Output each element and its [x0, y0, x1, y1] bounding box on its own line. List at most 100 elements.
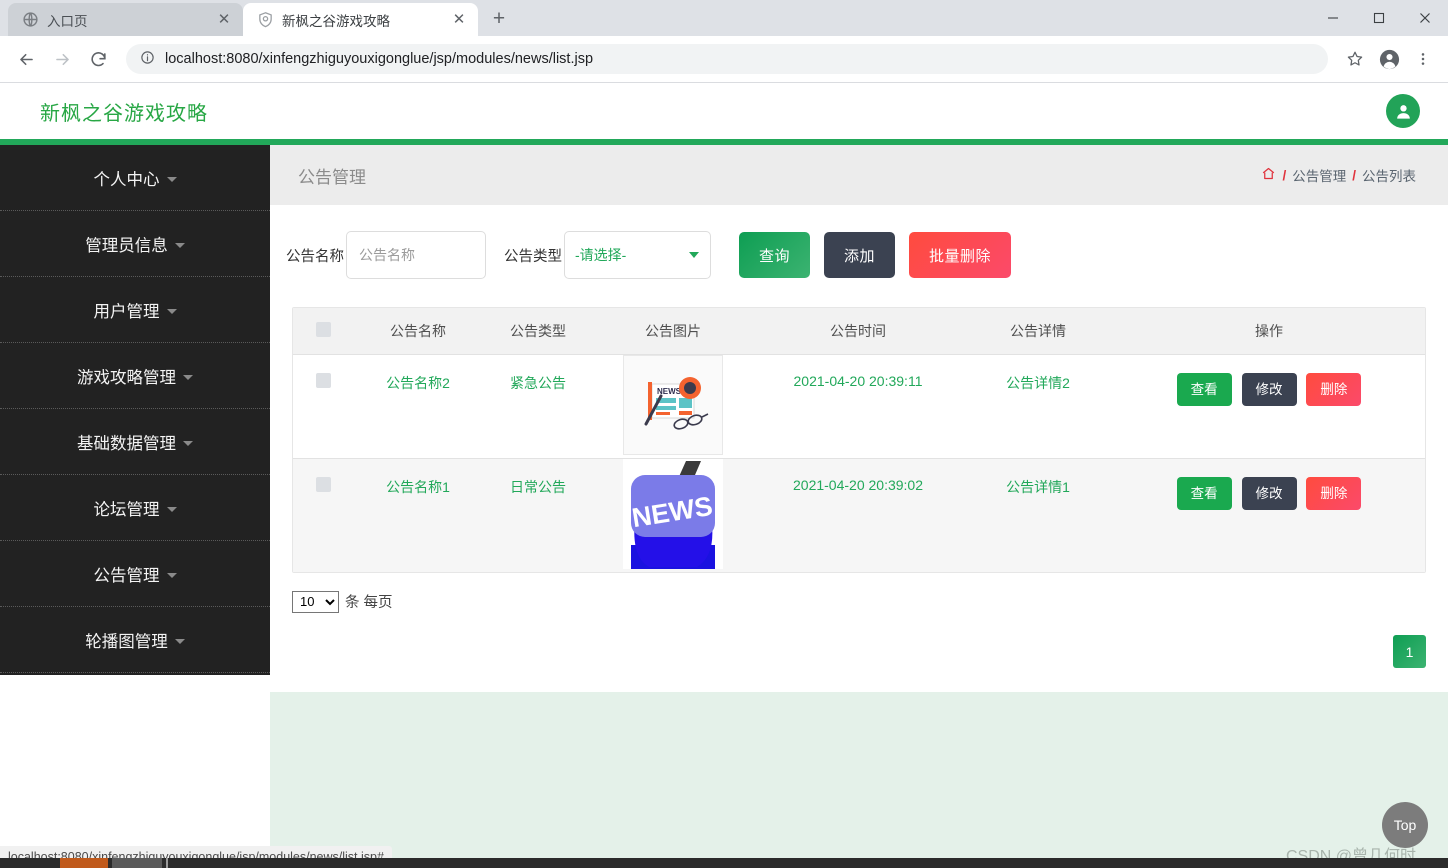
row-detail[interactable]: 公告详情1	[963, 458, 1113, 572]
browser-tab-2-title: 新枫之谷游戏攻略	[282, 13, 390, 29]
row-select-cell	[293, 458, 353, 572]
edit-button[interactable]: 修改	[1241, 476, 1297, 510]
sidebar-nav: 个人中心 管理员信息 用户管理 游戏攻略管理 基础数据管理 论坛管理 公告管理 …	[0, 145, 270, 675]
chevron-down-icon	[183, 441, 193, 446]
news-desk-illustration[interactable]: NEWS	[623, 354, 723, 455]
info-circle-icon[interactable]	[140, 50, 155, 69]
sidebar-item-user-management[interactable]: 用户管理	[0, 277, 270, 343]
sidebar-item-basic-data-management[interactable]: 基础数据管理	[0, 409, 270, 475]
delete-button[interactable]: 删除	[1306, 476, 1362, 510]
table-row: 公告名称2 紧急公告 NEWS 2021-04-20 20:39:11 公告详情…	[293, 354, 1425, 458]
pagination-controls: 10 20 50 100 条 每页	[270, 573, 1448, 613]
per-page-select[interactable]: 10 20 50 100	[292, 590, 339, 613]
row-select-cell	[293, 354, 353, 458]
row-name[interactable]: 公告名称2	[353, 354, 483, 458]
profile-avatar-icon[interactable]	[1374, 44, 1404, 74]
reload-icon[interactable]	[82, 43, 114, 75]
sidebar-item-carousel-management[interactable]: 轮播图管理	[0, 607, 270, 673]
row-detail[interactable]: 公告详情2	[963, 354, 1113, 458]
close-icon[interactable]: ✕	[448, 9, 470, 31]
forward-icon	[46, 43, 78, 75]
address-bar-url: localhost:8080/xinfengzhiguyouxigonglue/…	[165, 51, 594, 67]
chevron-down-icon	[166, 177, 177, 182]
row-image-cell: NEWS	[593, 354, 753, 458]
browser-toolbar: localhost:8080/xinfengzhiguyouxigonglue/…	[0, 36, 1448, 83]
table-row: 公告名称1 日常公告 NEWS 2021-04-20 20:39:02 公告详情…	[293, 458, 1425, 572]
edit-button[interactable]: 修改	[1241, 372, 1297, 406]
star-icon[interactable]	[1340, 44, 1370, 74]
chevron-down-icon	[166, 507, 177, 512]
close-icon[interactable]: ✕	[213, 9, 235, 31]
batch-delete-button[interactable]: 批量删除	[909, 232, 1012, 278]
column-header-type: 公告类型	[510, 322, 566, 339]
delete-button[interactable]: 删除	[1306, 372, 1362, 406]
row-checkbox[interactable]	[315, 372, 331, 388]
address-bar[interactable]: localhost:8080/xinfengzhiguyouxigonglue/…	[126, 44, 1328, 74]
select-all-header	[293, 308, 353, 354]
sidebar-item-label: 轮播图管理	[85, 632, 168, 651]
browser-tab-1-title: 入口页	[47, 13, 88, 29]
breadcrumb-item-parent[interactable]: 公告管理	[1292, 165, 1346, 185]
row-name[interactable]: 公告名称1	[353, 458, 483, 572]
chevron-down-icon	[166, 573, 177, 578]
column-header-actions: 操作	[1255, 322, 1283, 339]
row-time: 2021-04-20 20:39:11	[793, 372, 923, 389]
row-type: 紧急公告	[510, 374, 566, 391]
sidebar-item-personal-center[interactable]: 个人中心	[0, 145, 270, 211]
view-button[interactable]: 查看	[1176, 476, 1232, 510]
announcement-table: 公告名称 公告类型 公告图片 公告时间 公告详情 操作 公告名称2 紧急公告 N…	[293, 308, 1425, 572]
back-icon[interactable]	[10, 43, 42, 75]
browser-tab-2[interactable]: 新枫之谷游戏攻略 ✕	[243, 3, 478, 36]
breadcrumb-separator: /	[1282, 167, 1287, 183]
close-window-icon[interactable]	[1402, 0, 1448, 36]
new-tab-button[interactable]: +	[484, 4, 514, 34]
minimize-icon[interactable]	[1310, 0, 1356, 36]
globe-icon	[22, 11, 39, 28]
content-footer: Top CSDN @曾几何时…	[270, 692, 1448, 868]
taskbar-item[interactable]	[112, 858, 162, 868]
taskbar-item[interactable]	[60, 858, 108, 868]
application-window: 新枫之谷游戏攻略 个人中心 管理员信息 用户管理 游戏攻略管理 基础数据管理 论…	[0, 83, 1448, 868]
table-header-row: 公告名称 公告类型 公告图片 公告时间 公告详情 操作	[293, 308, 1425, 354]
add-button[interactable]: 添加	[824, 232, 896, 278]
announcement-name-input[interactable]	[346, 231, 486, 279]
row-checkbox[interactable]	[315, 476, 331, 492]
announcement-name-label: 公告名称	[286, 248, 344, 265]
announcement-type-select[interactable]: -请选择- 紧急公告 日常公告	[564, 231, 711, 279]
row-actions: 查看 修改 删除	[1113, 354, 1425, 458]
app-title: 新枫之谷游戏攻略	[40, 102, 208, 125]
maximize-icon[interactable]	[1356, 0, 1402, 36]
chevron-down-icon	[166, 309, 177, 314]
taskbar-divider	[166, 858, 168, 868]
sidebar-item-admin-info[interactable]: 管理员信息	[0, 211, 270, 277]
browser-tab-1[interactable]: 入口页 ✕	[8, 3, 243, 36]
query-button[interactable]: 查询	[739, 232, 811, 278]
sidebar-item-announcement-management[interactable]: 公告管理	[0, 541, 270, 607]
select-all-checkbox[interactable]	[315, 321, 331, 337]
taskbar-strip	[0, 858, 1448, 868]
home-icon[interactable]	[1261, 166, 1276, 184]
sidebar-item-forum-management[interactable]: 论坛管理	[0, 475, 270, 541]
row-actions: 查看 修改 删除	[1113, 458, 1425, 572]
column-header-name: 公告名称	[390, 322, 446, 339]
sidebar-item-guide-management[interactable]: 游戏攻略管理	[0, 343, 270, 409]
three-dot-menu-icon[interactable]	[1408, 44, 1438, 74]
chevron-down-icon	[174, 243, 185, 248]
page-title-bar: 公告管理 / 公告管理 / 公告列表	[270, 145, 1448, 205]
sidebar-item-label: 个人中心	[93, 170, 160, 189]
chevron-down-icon	[183, 375, 193, 380]
page-number-button[interactable]: 1	[1393, 635, 1426, 668]
sidebar-item-label: 论坛管理	[93, 500, 160, 519]
browser-tab-bar: 入口页 ✕ 新枫之谷游戏攻略 ✕ +	[0, 0, 1448, 36]
column-header-detail: 公告详情	[1010, 322, 1066, 339]
filter-toolbar: 公告名称 公告类型 -请选择- 紧急公告 日常公告 查询 添加 批量删除	[270, 205, 1448, 279]
sidebar-item-label: 公告管理	[93, 566, 160, 585]
row-image-cell: NEWS	[593, 458, 753, 572]
user-avatar-icon[interactable]	[1386, 94, 1420, 128]
column-header-image: 公告图片	[645, 322, 701, 339]
sidebar-item-label: 用户管理	[93, 302, 160, 321]
app-header: 新枫之谷游戏攻略	[0, 83, 1448, 139]
view-button[interactable]: 查看	[1176, 372, 1232, 406]
news-keyboard-key[interactable]: NEWS	[623, 458, 723, 569]
sidebar-item-label: 游戏攻略管理	[77, 368, 176, 387]
